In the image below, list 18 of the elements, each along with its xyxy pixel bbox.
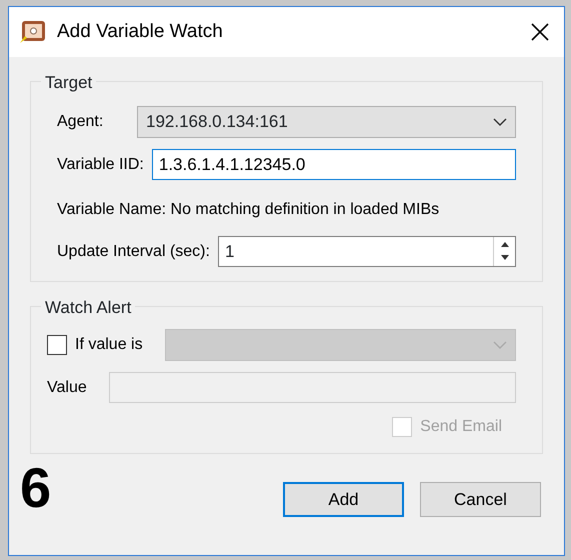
window-title: Add Variable Watch: [57, 20, 223, 44]
add-button[interactable]: Add: [283, 482, 404, 517]
send-email-label: Send Email: [420, 417, 502, 437]
value-label: Value: [47, 378, 88, 398]
agent-dropdown[interactable]: 192.168.0.134:161: [137, 106, 516, 138]
update-interval-spinbox[interactable]: 1: [218, 236, 516, 267]
app-icon: [19, 19, 47, 45]
checkbox[interactable]: [47, 335, 67, 355]
cancel-button[interactable]: Cancel: [420, 482, 541, 517]
variable-iid-label: Variable IID:: [57, 154, 144, 174]
caret-icon: [493, 340, 507, 350]
step-number: 6: [20, 460, 52, 516]
variable-name-text: Variable Name: No matching definition in loaded MIBs: [57, 200, 440, 220]
if-value-is-label: If value is: [75, 335, 144, 355]
variable-iid-field[interactable]: 1.3.6.1.4.1.12345.0: [152, 149, 516, 180]
agent-label: Agent:: [57, 112, 104, 132]
caret-icon: [493, 118, 507, 126]
update-interval-label: Update Interval (sec):: [57, 242, 210, 262]
